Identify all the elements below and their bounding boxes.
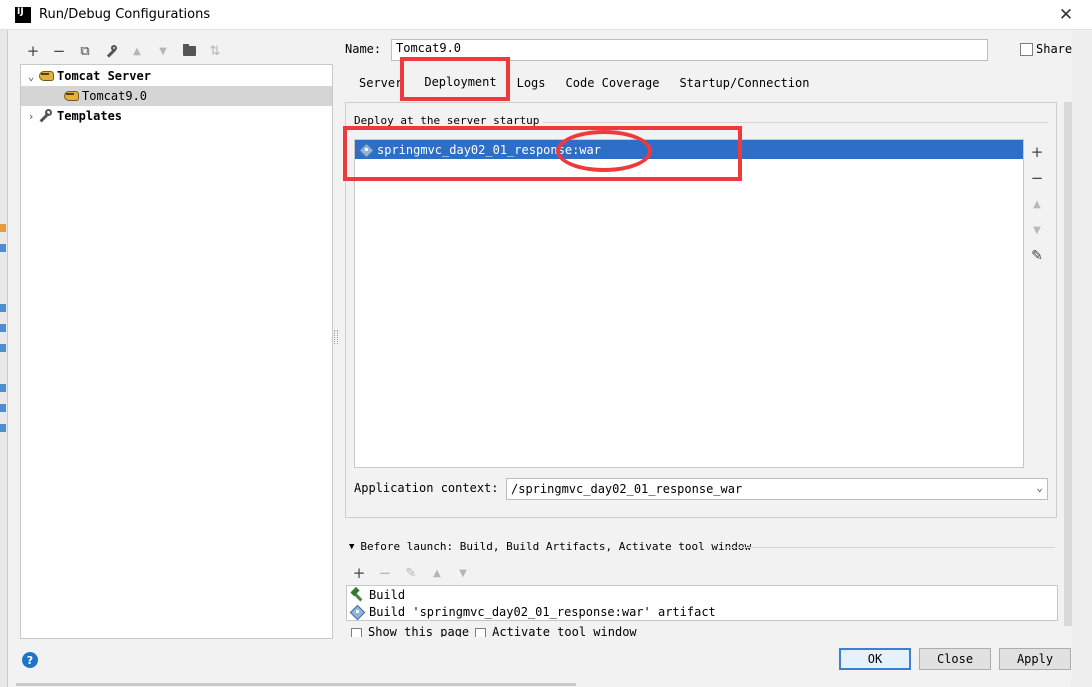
tomcat-icon [38, 69, 54, 83]
background-marker [0, 384, 6, 392]
config-toolbar: + − ⧉ ▲ ▼ ⇅ [20, 40, 228, 62]
application-context-value: /springmvc_day02_01_response_war [511, 482, 743, 496]
config-tree[interactable]: ⌄ Tomcat Server Tomcat9.0 › Templates [20, 64, 333, 639]
intellij-icon: IJ [15, 6, 31, 23]
move-down-icon[interactable]: ▼ [150, 40, 176, 62]
tree-item-tomcat-server[interactable]: ⌄ Tomcat Server [21, 66, 332, 86]
background-marker [0, 424, 6, 432]
wrench-icon[interactable] [98, 40, 124, 62]
scrollbar[interactable] [1064, 102, 1072, 626]
move-up-icon[interactable]: ▲ [124, 40, 150, 62]
remove-icon[interactable]: − [46, 40, 72, 62]
name-input[interactable]: Tomcat9.0 [391, 39, 988, 61]
before-launch-item-label: Build [369, 588, 406, 602]
chevron-down-icon[interactable]: ⌄ [24, 70, 38, 83]
before-launch-item-label: Build 'springmvc_day02_01_response:war' … [369, 605, 716, 619]
tree-item-label: Templates [57, 109, 123, 123]
list-item[interactable]: Build 'springmvc_day02_01_response:war' … [347, 603, 1057, 621]
activate-tool-window-checkbox[interactable] [475, 628, 487, 637]
background-ide-strip-right [1070, 28, 1092, 687]
background-marker [0, 224, 6, 232]
background-marker [0, 244, 6, 252]
apply-button[interactable]: Apply [999, 648, 1071, 670]
chevron-down-icon[interactable]: ⌄ [1036, 481, 1043, 494]
tree-item-label: Tomcat9.0 [82, 89, 148, 103]
share-checkbox[interactable] [1020, 42, 1033, 56]
before-launch-list[interactable]: Build Build 'springmvc_day02_01_response… [346, 585, 1058, 621]
copy-icon[interactable]: ⧉ [72, 40, 98, 62]
artifact-icon [350, 605, 364, 619]
before-launch-toolbar: + − ✎ ▲ ▼ [346, 562, 476, 584]
add-icon[interactable]: + [20, 40, 46, 62]
tab-deployment[interactable]: Deployment [416, 72, 504, 94]
show-page-label: Show this page [368, 625, 470, 637]
close-window-button[interactable]: ✕ [1056, 5, 1076, 25]
section-divider [726, 547, 1055, 548]
edit-icon[interactable]: ✎ [398, 562, 424, 584]
move-up-icon[interactable]: ▲ [424, 562, 450, 584]
background-marker [0, 404, 6, 412]
options-row-clipped: Show this page Activate tool window [351, 625, 637, 637]
name-label: Name: [345, 42, 382, 56]
tree-item-label: Tomcat Server [57, 69, 151, 83]
tab-code-coverage[interactable]: Code Coverage [558, 72, 668, 94]
help-icon[interactable]: ? [22, 652, 38, 668]
list-item[interactable]: Build [347, 586, 1057, 604]
move-up-icon[interactable]: ▲ [1025, 191, 1049, 217]
share-option[interactable]: Share [1020, 42, 1072, 56]
window-title: Run/Debug Configurations [39, 7, 211, 22]
tomcat-icon [63, 89, 79, 103]
application-context-combo[interactable]: /springmvc_day02_01_response_war ⌄ [506, 478, 1048, 500]
tab-server[interactable]: Server [351, 72, 410, 94]
ok-button[interactable]: OK [839, 648, 911, 670]
add-icon[interactable]: + [1025, 139, 1049, 165]
tab-startup-connection[interactable]: Startup/Connection [671, 72, 817, 94]
before-launch-title: Before launch: Build, Build Artifacts, A… [360, 540, 752, 553]
add-icon[interactable]: + [346, 562, 372, 584]
tab-logs[interactable]: Logs [509, 72, 554, 94]
show-page-checkbox[interactable] [351, 628, 362, 637]
section-title: Deploy at the server startup [354, 114, 544, 127]
background-marker [0, 304, 6, 312]
folder-add-icon[interactable] [176, 40, 202, 62]
edit-icon[interactable]: ✎ [1025, 243, 1049, 269]
deployment-item-label: springmvc_day02_01_response:war [377, 142, 601, 157]
share-label: Share [1036, 42, 1073, 56]
splitter-handle[interactable] [334, 330, 338, 344]
remove-icon[interactable]: − [372, 562, 398, 584]
deployment-list[interactable]: springmvc_day02_01_response:war [354, 139, 1024, 468]
background-marker [0, 324, 6, 332]
before-launch-header[interactable]: ▼ Before launch: Build, Build Artifacts,… [349, 540, 751, 553]
title-bar: IJ Run/Debug Configurations ✕ [0, 0, 1092, 30]
application-context-label: Application context: [354, 481, 499, 495]
hammer-icon [350, 588, 364, 602]
close-button[interactable]: Close [919, 648, 991, 670]
tree-item-tomcat9[interactable]: Tomcat9.0 [21, 86, 332, 106]
config-tabs: Server Deployment Logs Code Coverage Sta… [351, 72, 821, 94]
background-ide-strip [0, 28, 8, 687]
wrench-icon [38, 109, 54, 123]
chevron-down-icon[interactable]: ▼ [349, 542, 354, 552]
list-item[interactable]: springmvc_day02_01_response:war [355, 140, 1023, 159]
tree-item-templates[interactable]: › Templates [21, 106, 332, 126]
deployment-panel: Deploy at the server startup springmvc_d… [345, 102, 1057, 518]
move-down-icon[interactable]: ▼ [450, 562, 476, 584]
remove-icon[interactable]: − [1025, 165, 1049, 191]
deployment-list-toolbar: + − ▲ ▼ ✎ [1025, 139, 1049, 468]
artifact-icon [359, 143, 373, 157]
activate-tool-window-label: Activate tool window [492, 625, 637, 637]
background-scrollbar [16, 683, 576, 686]
sort-icon[interactable]: ⇅ [202, 40, 228, 62]
run-debug-dialog: + − ⧉ ▲ ▼ ⇅ ⌄ Tomcat Server Tomcat9.0 › … [8, 30, 1072, 680]
chevron-right-icon[interactable]: › [24, 110, 38, 123]
move-down-icon[interactable]: ▼ [1025, 217, 1049, 243]
background-marker [0, 344, 6, 352]
